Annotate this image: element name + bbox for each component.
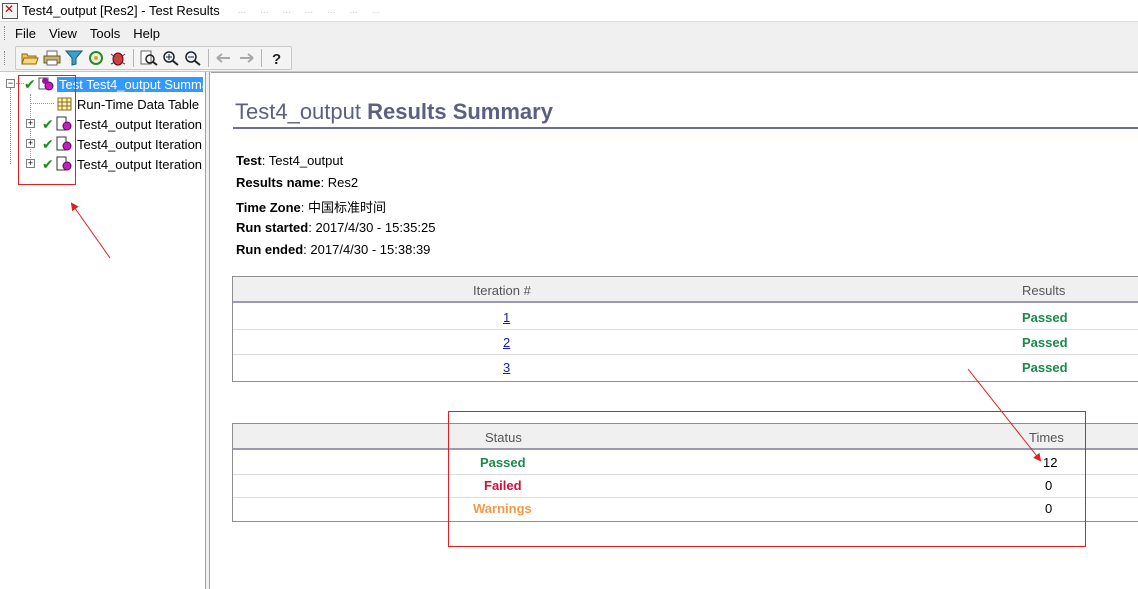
find-icon[interactable] xyxy=(139,48,159,68)
times-cell: 12 xyxy=(1043,455,1058,470)
iteration-link[interactable]: 3 xyxy=(503,360,510,375)
tree-item-label: Test4_output Iteration xyxy=(77,156,203,172)
svg-text:?: ? xyxy=(272,51,281,66)
table-row: 1 Passed xyxy=(233,305,1138,330)
tree-item-label: Run-Time Data Table xyxy=(77,96,200,112)
refresh-icon[interactable] xyxy=(86,48,106,68)
table-header: Status Times xyxy=(233,424,1138,450)
info-time-zone: Time Zone: 中国标准时间 xyxy=(236,200,387,215)
collapse-icon[interactable]: − xyxy=(6,79,15,88)
status-cell: Failed xyxy=(484,478,522,493)
forward-arrow-icon[interactable] xyxy=(236,48,256,68)
menu-grip xyxy=(4,26,7,40)
title-bar: Test4_output [Res2] - Test Results ... .… xyxy=(0,0,1138,22)
table-row: Passed 12 xyxy=(233,452,1138,475)
tree-item-label: Test Test4_output Summary xyxy=(57,76,203,92)
status-table: Status Times Passed 12 Failed 0 Warnings… xyxy=(232,423,1138,522)
table-row: Failed 0 xyxy=(233,475,1138,498)
toolbar-separator xyxy=(261,48,262,67)
expand-icon[interactable]: + xyxy=(26,139,35,148)
table-icon xyxy=(57,96,73,112)
column-iteration: Iteration # xyxy=(473,283,531,298)
menu-tools[interactable]: Tools xyxy=(90,26,120,41)
open-icon[interactable] xyxy=(20,48,40,68)
back-arrow-icon[interactable] xyxy=(214,48,234,68)
zoom-out-icon[interactable] xyxy=(183,48,203,68)
zoom-in-icon[interactable] xyxy=(161,48,181,68)
info-test: Test: Test4_output xyxy=(236,153,344,168)
table-row: Warnings 0 xyxy=(233,498,1138,521)
status-cell: Warnings xyxy=(473,501,532,516)
toolbar-separator xyxy=(133,48,134,67)
iteration-link[interactable]: 1 xyxy=(503,310,510,325)
iteration-icon xyxy=(56,156,72,172)
tree-item-iteration-1[interactable]: + ✔ Test4_output Iteration xyxy=(0,114,206,134)
iteration-icon xyxy=(56,136,72,152)
window-title: Test4_output [Res2] - Test Results xyxy=(22,3,220,18)
report-pane: Test4_output Results Summary Test: Test4… xyxy=(211,72,1138,589)
app-icon xyxy=(2,2,18,19)
expand-icon[interactable]: + xyxy=(26,159,35,168)
bug-icon[interactable] xyxy=(108,48,128,68)
menu-help[interactable]: Help xyxy=(133,26,160,41)
table-header: Iteration # Results xyxy=(233,277,1138,303)
info-results-name: Results name: Res2 xyxy=(236,175,359,190)
tree-item-iteration-3[interactable]: + ✔ Test4_output Iteration xyxy=(0,154,206,174)
pane-splitter[interactable] xyxy=(206,72,210,589)
toolbar-grip xyxy=(4,50,7,65)
check-icon: ✔ xyxy=(24,76,36,92)
column-status: Status xyxy=(485,430,522,445)
tree-item-data-table[interactable]: Run-Time Data Table xyxy=(0,94,206,114)
info-run-ended: Run ended: 2017/4/30 - 15:38:39 xyxy=(236,242,431,257)
tree-item-root[interactable]: − ✔ Test Test4_output Summary xyxy=(0,74,206,94)
toolbar-panel: ? xyxy=(15,45,292,70)
info-run-started: Run started: 2017/4/30 - 15:35:25 xyxy=(236,220,436,235)
results-tree: − ✔ Test Test4_output Summary Run-Time D… xyxy=(0,72,206,589)
column-results: Results xyxy=(1022,283,1066,298)
background-tabs: ... ... ... ... ... ... ... xyxy=(237,5,381,16)
check-icon: ✔ xyxy=(42,156,54,172)
title-divider xyxy=(233,127,1138,129)
tree-item-iteration-2[interactable]: + ✔ Test4_output Iteration xyxy=(0,134,206,154)
test-summary-icon xyxy=(38,76,54,92)
iterations-table: Iteration # Results 1 Passed 2 Passed 3 … xyxy=(232,276,1138,382)
result-cell: Passed xyxy=(1022,310,1068,325)
column-times: Times xyxy=(1029,430,1064,445)
iteration-icon xyxy=(56,116,72,132)
result-cell: Passed xyxy=(1022,335,1068,350)
toolbar: ? xyxy=(0,44,1138,72)
tree-item-label: Test4_output Iteration xyxy=(77,116,203,132)
menu-file[interactable]: File xyxy=(15,26,36,41)
print-icon[interactable] xyxy=(42,48,62,68)
iteration-link[interactable]: 2 xyxy=(503,335,510,350)
table-row: 3 Passed xyxy=(233,355,1138,380)
expand-icon[interactable]: + xyxy=(26,119,35,128)
table-row: 2 Passed xyxy=(233,330,1138,355)
toolbar-separator xyxy=(208,48,209,67)
help-icon[interactable]: ? xyxy=(267,48,287,68)
tree-item-label: Test4_output Iteration xyxy=(77,136,203,152)
times-cell: 0 xyxy=(1045,501,1053,516)
check-icon: ✔ xyxy=(42,116,54,132)
filter-icon[interactable] xyxy=(64,48,84,68)
page-title: Test4_output Results Summary xyxy=(235,99,553,124)
menu-view[interactable]: View xyxy=(49,26,77,41)
status-cell: Passed xyxy=(480,455,526,470)
menu-bar: File View Tools Help xyxy=(0,22,1138,44)
check-icon: ✔ xyxy=(42,136,54,152)
times-cell: 0 xyxy=(1045,478,1053,493)
result-cell: Passed xyxy=(1022,360,1068,375)
